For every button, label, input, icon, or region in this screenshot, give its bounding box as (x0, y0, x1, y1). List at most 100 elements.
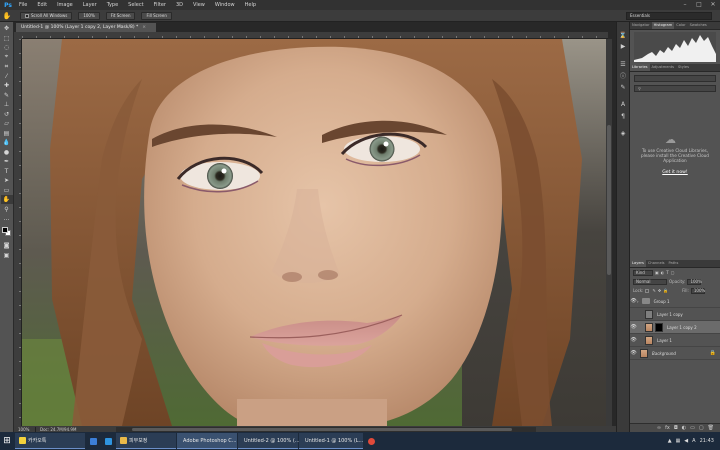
info-panel-icon[interactable]: ⓘ (618, 71, 628, 81)
tab-color[interactable]: Color (674, 22, 687, 29)
ime-icon[interactable]: A (692, 438, 695, 444)
paragraph-panel-icon[interactable]: ¶ (618, 111, 628, 121)
lock-all-icon[interactable]: 🔒 (663, 288, 668, 293)
trash-icon[interactable]: 🗑 (708, 425, 714, 431)
layer-row-layer-1[interactable]: 👁 Layer 1 (630, 334, 720, 347)
tab-channels[interactable]: Channels (646, 260, 667, 267)
healing-brush-tool-icon[interactable]: ✚ (1, 81, 13, 90)
maximize-button[interactable]: □ (692, 0, 706, 10)
visibility-eye-icon[interactable]: 👁 (630, 324, 637, 330)
menu-filter[interactable]: Filter (149, 0, 171, 10)
zoom-level[interactable]: 100% (14, 426, 36, 432)
horizontal-ruler[interactable] (22, 32, 608, 39)
library-select[interactable] (634, 75, 716, 82)
pen-tool-icon[interactable]: ✒ (1, 157, 13, 166)
get-it-now-link[interactable]: Get it now! (630, 170, 720, 175)
windows-start-icon[interactable]: ⊞ (0, 432, 14, 450)
lasso-tool-icon[interactable]: ◌ (1, 43, 13, 52)
filter-adjustment-icon[interactable]: ◐ (661, 270, 665, 275)
layer-row-group-1[interactable]: 👁 › Group 1 (630, 295, 720, 308)
clone-stamp-tool-icon[interactable]: ⊥ (1, 100, 13, 109)
dodge-tool-icon[interactable]: ● (1, 148, 13, 157)
lock-transparent-icon[interactable] (645, 288, 650, 293)
tab-libraries[interactable]: Libraries (630, 64, 650, 71)
layer-row-layer-1-copy[interactable]: Layer 1 copy (630, 308, 720, 321)
vertical-ruler[interactable] (14, 39, 22, 426)
visibility-eye-icon[interactable]: 👁 (630, 298, 637, 304)
tray-arrow-icon[interactable]: ▲ (668, 438, 672, 444)
layer-row-layer-1-copy-2[interactable]: 👁 Layer 1 copy 2 (630, 321, 720, 334)
adjustment-layer-icon[interactable]: ◐ (682, 425, 686, 431)
document-tab[interactable]: Untitled-1 @ 100% (Layer 1 copy 2, Layer… (16, 23, 157, 32)
taskbar-item-untitled-1[interactable]: Untitled-1 @ 100% (L... (299, 433, 363, 449)
hand-tool-icon[interactable]: ✋ (0, 195, 13, 204)
network-icon[interactable]: ▦ (676, 438, 681, 444)
filter-pixel-icon[interactable]: ▣ (655, 270, 659, 275)
brush-panel-icon[interactable]: ✎ (618, 82, 628, 92)
crop-tool-icon[interactable]: ⌗ (1, 62, 13, 71)
tab-histogram[interactable]: Histogram (651, 22, 675, 29)
lock-pixels-icon[interactable]: ✎ (652, 288, 655, 293)
foreground-color-swatch[interactable] (1, 227, 8, 233)
layer-mask-thumbnail[interactable] (655, 322, 663, 332)
menu-image[interactable]: Image (52, 0, 78, 10)
menu-help[interactable]: Help (240, 0, 261, 10)
fill-screen-button[interactable]: Fill Screen (141, 11, 172, 20)
more-tools-icon[interactable]: … (1, 214, 13, 223)
blend-mode-select[interactable]: Normal (633, 278, 667, 285)
workspace-switcher[interactable]: Essentials (626, 11, 712, 20)
quick-select-tool-icon[interactable]: ⌖ (1, 53, 13, 62)
layer-style-icon[interactable]: fx (665, 425, 670, 431)
disclosure-arrow-icon[interactable]: › (637, 299, 639, 304)
taskbar-item-chrome[interactable] (364, 433, 378, 449)
clock[interactable]: 21:43 (700, 438, 714, 444)
new-layer-icon[interactable]: ▢ (699, 425, 704, 431)
character-panel-icon[interactable]: A (618, 100, 628, 110)
horizontal-scroll-thumb[interactable] (132, 427, 513, 431)
blur-tool-icon[interactable]: 💧 (1, 138, 13, 147)
taskbar-item-folder[interactable]: 피부보정 (116, 433, 176, 449)
library-search-input[interactable]: ⚲ (634, 85, 716, 92)
menu-layer[interactable]: Layer (78, 0, 102, 10)
3d-panel-icon[interactable]: ◈ (618, 129, 628, 139)
marquee-tool-icon[interactable]: ⬚ (1, 34, 13, 43)
properties-panel-icon[interactable]: ☰ (618, 59, 628, 69)
rectangle-tool-icon[interactable]: ▭ (1, 186, 13, 195)
tab-swatches[interactable]: Swatches (688, 22, 709, 29)
vertical-scroll-thumb[interactable] (607, 125, 611, 275)
close-button[interactable]: ✕ (706, 0, 720, 10)
history-panel-icon[interactable]: ⌛ (618, 30, 628, 40)
menu-edit[interactable]: Edit (32, 0, 52, 10)
tab-paths[interactable]: Paths (667, 260, 681, 267)
minimize-button[interactable]: – (678, 0, 692, 10)
fit-screen-button[interactable]: Fit Screen (105, 11, 136, 20)
screen-mode-icon[interactable]: ▣ (1, 251, 13, 260)
actions-panel-icon[interactable]: ▶ (618, 42, 628, 52)
eyedropper-tool-icon[interactable]: ⁄ (1, 72, 13, 81)
tab-navigator[interactable]: Navigator (630, 22, 652, 29)
eraser-tool-icon[interactable]: ▱ (1, 119, 13, 128)
type-tool-icon[interactable]: T (1, 167, 13, 176)
taskbar-item-app[interactable] (101, 433, 115, 449)
vertical-scrollbar[interactable] (606, 39, 612, 426)
volume-icon[interactable]: ◀ (684, 438, 688, 444)
menu-window[interactable]: Window (210, 0, 240, 10)
doc-size[interactable]: Doc: 24.7M/94.9M (36, 427, 76, 432)
zoom-100-button[interactable]: 100% (78, 11, 100, 20)
visibility-eye-icon[interactable]: 👁 (630, 337, 637, 343)
lock-position-icon[interactable]: ✥ (658, 288, 661, 293)
kind-filter-select[interactable]: Kind (633, 269, 653, 276)
visibility-eye-icon[interactable]: 👁 (630, 350, 637, 356)
add-mask-icon[interactable]: ◘ (674, 425, 678, 431)
taskbar-item-ie[interactable] (86, 433, 100, 449)
path-select-tool-icon[interactable]: ➤ (1, 176, 13, 185)
menu-file[interactable]: File (14, 0, 32, 10)
move-tool-icon[interactable]: ✥ (1, 24, 13, 33)
color-swatches[interactable] (1, 226, 13, 238)
tab-adjustments[interactable]: Adjustments (650, 64, 677, 71)
filter-shape-icon[interactable]: ▢ (671, 270, 675, 275)
opacity-input[interactable]: 100% (687, 278, 702, 285)
menu-3d[interactable]: 3D (171, 0, 188, 10)
tab-layers[interactable]: Layers (630, 260, 646, 267)
brush-tool-icon[interactable]: ✎ (1, 91, 13, 100)
